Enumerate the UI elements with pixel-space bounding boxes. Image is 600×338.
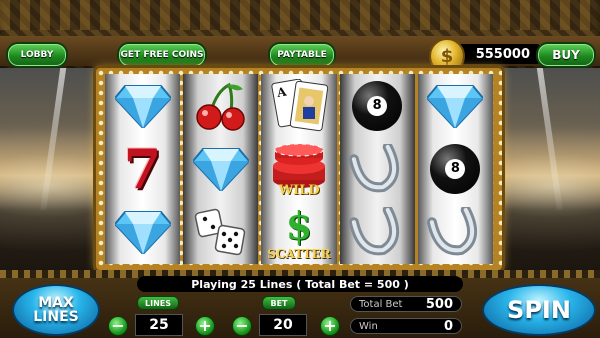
diamond-icon <box>188 140 254 198</box>
total-bet-label: Total Bet <box>359 298 403 310</box>
lines-value: 25 <box>135 314 183 336</box>
scatter-dollar-icon: $ SCATTER <box>266 203 332 262</box>
cherries-icon <box>188 77 254 135</box>
status-bar: Playing 25 Lines ( Total Bet = 500 ) <box>137 276 463 292</box>
total-bet-value: 500 <box>425 296 453 312</box>
seven-icon: 7 <box>123 136 162 201</box>
lines-increase-button[interactable]: + <box>195 316 215 336</box>
wild-label: WILD <box>278 182 320 198</box>
win-label: Win <box>359 320 378 332</box>
spin-button[interactable]: SPIN <box>482 284 596 336</box>
diamond-icon <box>110 77 176 135</box>
reel-1: 7 <box>105 74 181 264</box>
lines-label: LINES <box>137 296 179 310</box>
buy-button[interactable]: BUY <box>536 42 596 68</box>
reel-2 <box>183 74 259 264</box>
max-lines-button[interactable]: MAX LINES <box>12 284 100 336</box>
scatter-label: SCATTER <box>267 247 331 262</box>
reel-3: A WILD $ SCATTER <box>261 74 337 264</box>
eight-ball-icon: 8 <box>422 140 488 198</box>
win-display: Win 0 <box>350 318 462 334</box>
playing-cards-icon: A <box>266 77 332 135</box>
bet-increase-button[interactable]: + <box>320 316 340 336</box>
bet-decrease-button[interactable]: − <box>232 316 252 336</box>
eight-ball-icon: 8 <box>344 77 410 135</box>
reel-4: 8 <box>339 74 415 264</box>
slot-frame: 7 A WILD $ SCATTER 8 8 <box>96 68 502 270</box>
horseshoe-icon <box>344 203 410 261</box>
bet-value: 20 <box>259 314 307 336</box>
horseshoe-icon <box>344 140 410 198</box>
dice-icon <box>188 203 254 261</box>
top-decoration <box>0 0 600 30</box>
diamond-icon <box>110 203 176 261</box>
bet-label: BET <box>262 296 296 310</box>
paytable-button[interactable]: PAYTABLE <box>268 42 336 68</box>
reel-5: 8 <box>417 74 494 264</box>
horseshoe-icon <box>422 203 488 261</box>
win-value: 0 <box>443 318 453 334</box>
diamond-icon <box>422 77 488 135</box>
lobby-button[interactable]: LOBBY <box>6 42 68 68</box>
total-bet-display: Total Bet 500 <box>350 296 462 312</box>
wild-chips-icon: WILD <box>266 140 332 198</box>
get-free-coins-button[interactable]: GET FREE COINS <box>117 42 207 68</box>
reels: 7 A WILD $ SCATTER 8 8 <box>105 74 494 264</box>
lines-decrease-button[interactable]: − <box>108 316 128 336</box>
